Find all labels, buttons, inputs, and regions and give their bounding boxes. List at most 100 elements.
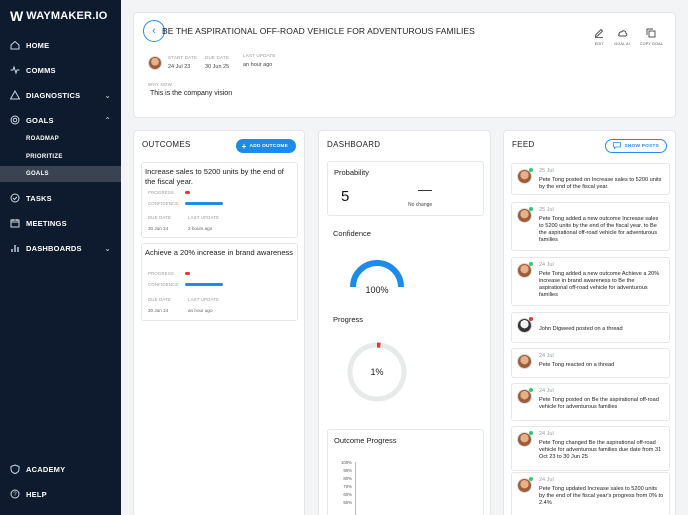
confidence-bar bbox=[185, 202, 223, 205]
outcome-title[interactable]: Increase sales to 5200 units by the end … bbox=[145, 167, 293, 187]
show-posts-button[interactable]: SHOW POSTS bbox=[605, 139, 667, 153]
feed-item[interactable]: 24 Jul Pete Tong changed Be the aspirati… bbox=[511, 426, 670, 471]
status-indicator bbox=[529, 317, 533, 321]
due-date-label: DUE DATE bbox=[148, 297, 172, 302]
plus-icon: + bbox=[241, 141, 247, 151]
sidebar-subitem-goals[interactable]: GOALS bbox=[0, 166, 121, 182]
confidence-label: CONFIDENCE bbox=[148, 201, 179, 206]
feed-panel: FEED SHOW POSTS 25 Jul Pete Tong posted … bbox=[503, 130, 676, 515]
logo[interactable]: W WAYMAKER.IO bbox=[10, 8, 107, 24]
outcome-card[interactable]: Increase sales to 5200 units by the end … bbox=[141, 162, 298, 238]
sidebar-subitem-prioritize[interactable]: PRIORITIZE bbox=[0, 149, 121, 165]
sidebar-item-label: TASKS bbox=[26, 193, 52, 203]
confidence-bar-fill bbox=[185, 283, 223, 286]
feed-item[interactable]: 24 Jul Pete Tong posted on Be the aspira… bbox=[511, 383, 670, 421]
goal-title: BE THE ASPIRATIONAL OFF-ROAD VEHICLE FOR… bbox=[162, 26, 475, 36]
outcomes-title: OUTCOMES bbox=[142, 140, 191, 149]
sidebar-item-goals[interactable]: GOALS ⌃ bbox=[0, 111, 121, 129]
edit-button[interactable]: EDIT bbox=[594, 28, 604, 46]
sidebar-item-diagnostics[interactable]: DIAGNOSTICS ⌄ bbox=[0, 86, 121, 104]
chevron-down-icon[interactable]: ⌄ bbox=[104, 244, 111, 253]
due-date-value: 30 Jun 24 bbox=[148, 308, 169, 313]
sidebar-item-meetings[interactable]: MEETINGS bbox=[0, 214, 121, 232]
dashboard-title: DASHBOARD bbox=[327, 140, 381, 149]
goal-ai-button[interactable]: GOAL AI bbox=[614, 28, 630, 46]
sidebar-item-label: ACADEMY bbox=[26, 464, 66, 474]
progress-label: PROGRESS bbox=[148, 190, 174, 195]
outcomes-panel: OUTCOMES + ADD OUTCOME Increase sales to… bbox=[133, 130, 305, 515]
logo-mark: W bbox=[10, 8, 23, 24]
feed-date: 25 Jul bbox=[539, 168, 554, 174]
why-now-label: WHY NOW bbox=[148, 82, 173, 87]
last-update-value: an hour ago bbox=[188, 308, 213, 313]
show-posts-label: SHOW POSTS bbox=[624, 143, 659, 149]
online-indicator bbox=[529, 262, 533, 266]
progress-bar bbox=[185, 272, 223, 275]
feed-text: Pete Tong posted on Be the aspirational … bbox=[539, 397, 659, 410]
sidebar-item-dashboards[interactable]: DASHBOARDS ⌄ bbox=[0, 239, 121, 257]
add-outcome-label: ADD OUTCOME bbox=[249, 143, 288, 149]
add-outcome-button[interactable]: + ADD OUTCOME bbox=[235, 139, 296, 153]
start-date-value: 24 Jul 23 bbox=[168, 64, 191, 70]
chevron-up-icon[interactable]: ⌃ bbox=[104, 116, 111, 125]
bar-chart-icon bbox=[10, 243, 20, 253]
sidebar-item-comms[interactable]: COMMS bbox=[0, 61, 121, 79]
copy-icon bbox=[646, 28, 656, 40]
chevron-down-icon[interactable]: ⌄ bbox=[104, 91, 111, 100]
target-icon bbox=[10, 115, 20, 125]
avatar[interactable] bbox=[517, 354, 532, 371]
check-icon bbox=[10, 193, 20, 203]
due-date-value: 30 Jun 25 bbox=[205, 64, 230, 70]
chevron-left-icon: ‹ bbox=[152, 25, 156, 37]
sidebar-item-label: HELP bbox=[26, 489, 47, 499]
start-date-label: START DATE bbox=[168, 55, 198, 60]
axis-tick-label: 80% bbox=[343, 476, 352, 481]
sidebar-item-label: COMMS bbox=[26, 65, 56, 75]
due-date-label: DUE DATE bbox=[148, 215, 172, 220]
feed-item[interactable]: 24 Jul Pete Tong updated Increase sales … bbox=[511, 472, 670, 515]
probability-label: Probability bbox=[334, 168, 370, 177]
probability-value: 5 bbox=[341, 188, 350, 205]
last-update-value: an hour ago bbox=[243, 62, 273, 68]
last-update: LAST UPDATE an hour ago bbox=[243, 53, 276, 68]
feed-item[interactable]: 24 Jul Pete Tong added a new outcome Ach… bbox=[511, 257, 670, 306]
header-actions: EDIT GOAL AI COPY GOAL bbox=[594, 28, 663, 46]
sidebar-subitem-roadmap[interactable]: ROADMAP bbox=[0, 131, 121, 147]
axis-tick-label: 50% bbox=[343, 500, 352, 505]
outcome-progress-card: Outcome Progress 100% 90% 80% 70% 60% 50% bbox=[327, 429, 484, 515]
online-indicator bbox=[529, 207, 533, 211]
logo-word: WAYMAKER.IO bbox=[26, 10, 108, 22]
sidebar-item-help[interactable]: ? HELP bbox=[0, 485, 121, 503]
pulse-icon bbox=[10, 65, 20, 75]
axis-tick-label: 100% bbox=[341, 460, 352, 465]
change-label: No change bbox=[408, 202, 433, 208]
avatar[interactable] bbox=[148, 56, 162, 72]
feed-item[interactable]: 25 Jul Pete Tong posted on Increase sale… bbox=[511, 163, 670, 195]
feed-date: 24 Jul bbox=[539, 477, 554, 483]
feed-text: Pete Tong changed Be the aspirational of… bbox=[539, 440, 662, 460]
online-indicator bbox=[529, 431, 533, 435]
feed-item[interactable]: 25 Jul Pete Tong added a new outcome Inc… bbox=[511, 202, 670, 251]
progress-bar-fill bbox=[185, 272, 190, 275]
feed-item[interactable]: 24 Jul Pete Tong reacted on a thread bbox=[511, 348, 670, 378]
sidebar-item-tasks[interactable]: TASKS bbox=[0, 189, 121, 207]
sidebar-item-label: DIAGNOSTICS bbox=[26, 90, 81, 100]
axis-tick-label: 60% bbox=[343, 492, 352, 497]
feed-date: 24 Jul bbox=[539, 388, 554, 394]
cloud-icon bbox=[617, 28, 628, 40]
probability-card: Probability 5 — No change bbox=[327, 161, 484, 216]
feed-text: Pete Tong added a new outcome Achieve a … bbox=[539, 271, 660, 298]
sidebar-item-academy[interactable]: ACADEMY bbox=[0, 460, 121, 478]
feed-text: Pete Tong added a new outcome Increase s… bbox=[539, 216, 659, 243]
confidence-progress-card: Confidence 100% Progress 1% bbox=[327, 223, 484, 423]
online-indicator bbox=[529, 477, 533, 481]
outcome-card[interactable]: Achieve a 20% increase in brand awarenes… bbox=[141, 243, 298, 321]
feed-item[interactable]: John Digweed posted on a thread bbox=[511, 312, 670, 343]
progress-bar-fill bbox=[185, 191, 190, 194]
online-indicator bbox=[529, 388, 533, 392]
sidebar-item-home[interactable]: HOME bbox=[0, 36, 121, 54]
feed-title: FEED bbox=[512, 140, 535, 149]
outcome-title[interactable]: Achieve a 20% increase in brand awarenes… bbox=[145, 248, 293, 258]
confidence-bar bbox=[185, 283, 223, 286]
copy-goal-button[interactable]: COPY GOAL bbox=[640, 28, 663, 46]
